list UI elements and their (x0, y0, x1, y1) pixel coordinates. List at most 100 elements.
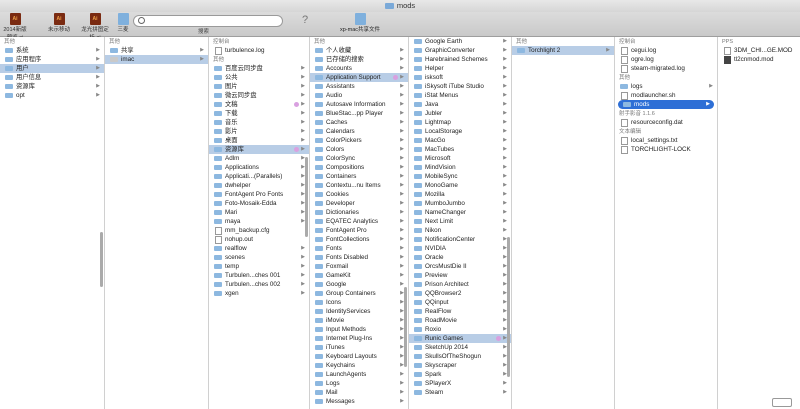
list-item[interactable]: 图片 ▶ (209, 82, 309, 91)
list-item[interactable]: Jubler ▶ (409, 109, 511, 118)
list-item[interactable]: Fonts ▶ (310, 244, 408, 253)
list-item[interactable]: Accounts ▶ (310, 64, 408, 73)
list-item[interactable]: Dictionaries ▶ (310, 208, 408, 217)
list-item[interactable]: Foto-Mosaik-Edda ▶ (209, 199, 309, 208)
toolbar-item-file-2[interactable]: Ai 未示移动 (44, 13, 74, 33)
list-item[interactable]: OrcsMustDie II ▶ (409, 262, 511, 271)
list-item[interactable]: MonoGame ▶ (409, 181, 511, 190)
list-item[interactable]: QQBrowser2 ▶ (409, 289, 511, 298)
list-item[interactable]: 已存储的搜索 ▶ (310, 55, 408, 64)
list-item[interactable]: Caches ▶ (310, 118, 408, 127)
list-item[interactable]: Assistants ▶ (310, 82, 408, 91)
list-item[interactable]: Steam ▶ (409, 388, 511, 397)
list-item[interactable]: resourceconfig.dat (615, 118, 717, 127)
scrollbar[interactable] (100, 232, 103, 287)
column-6[interactable]: 其他 Torchlight 2 ▶ (512, 37, 615, 409)
list-item[interactable]: iStat Menus ▶ (409, 91, 511, 100)
list-item-selected[interactable]: 资源库 ▶ (209, 145, 309, 154)
list-item[interactable]: iMovie ▶ (310, 316, 408, 325)
list-item[interactable]: Spark ▶ (409, 370, 511, 379)
list-item[interactable]: Contextu...nu Items ▶ (310, 181, 408, 190)
list-item-selected[interactable]: 用户 ▶ (0, 64, 104, 73)
list-item[interactable]: tl2cnmod.mod (718, 55, 800, 64)
list-item[interactable]: Autosave Information ▶ (310, 100, 408, 109)
list-item[interactable]: BlueStac...pp Player ▶ (310, 109, 408, 118)
list-item[interactable]: logs ▶ (615, 82, 717, 91)
list-item[interactable]: 下载 ▶ (209, 109, 309, 118)
list-item[interactable]: Icons ▶ (310, 298, 408, 307)
list-item[interactable]: local_settings.txt (615, 136, 717, 145)
list-item[interactable]: TORCHLIGHT-LOCK (615, 145, 717, 154)
list-item[interactable]: MindVision ▶ (409, 163, 511, 172)
list-item[interactable]: QQinput ▶ (409, 298, 511, 307)
list-item[interactable]: Mail ▶ (310, 388, 408, 397)
list-item[interactable]: Next Limit ▶ (409, 217, 511, 226)
list-item[interactable]: Foxmail ▶ (310, 262, 408, 271)
list-item[interactable]: GameKit ▶ (310, 271, 408, 280)
list-item[interactable]: SkullsOfTheShogun ▶ (409, 352, 511, 361)
list-item-selected[interactable]: Application Support ▶ (310, 73, 408, 82)
list-item[interactable]: 微云同步盘 ▶ (209, 91, 309, 100)
toolbar-item-folder[interactable]: 三麦 (115, 13, 131, 33)
list-item[interactable]: NameChanger ▶ (409, 208, 511, 217)
list-item[interactable]: 资源库 ▶ (0, 82, 104, 91)
list-item[interactable]: Google ▶ (310, 280, 408, 289)
list-item[interactable]: turbulence.log (209, 46, 309, 55)
list-item[interactable]: modlauncher.sh (615, 91, 717, 100)
list-item[interactable]: 百度云同步盘 ▶ (209, 64, 309, 73)
list-item[interactable]: Applicati...(Parallels) ▶ (209, 172, 309, 181)
list-item[interactable]: ColorSync ▶ (310, 154, 408, 163)
list-item[interactable]: NotificationCenter ▶ (409, 235, 511, 244)
list-item[interactable]: 共享 ▶ (105, 46, 208, 55)
list-item[interactable]: Prison Architect ▶ (409, 280, 511, 289)
list-item[interactable]: 3DM_CHI...GE.MOD (718, 46, 800, 55)
list-item[interactable]: GraphicConverter ▶ (409, 46, 511, 55)
list-item[interactable]: Logs ▶ (310, 379, 408, 388)
list-item[interactable]: Skyscraper ▶ (409, 361, 511, 370)
list-item[interactable]: SketchUp 2014 ▶ (409, 343, 511, 352)
list-item[interactable]: Oracle ▶ (409, 253, 511, 262)
list-item[interactable]: Lightmap ▶ (409, 118, 511, 127)
list-item[interactable]: Audio ▶ (310, 91, 408, 100)
list-item[interactable]: SPlayerX ▶ (409, 379, 511, 388)
list-item[interactable]: Messages ▶ (310, 397, 408, 406)
list-item[interactable]: Compositions ▶ (310, 163, 408, 172)
list-item-selected[interactable]: imac ▶ (105, 55, 208, 64)
list-item[interactable]: 系统 ▶ (0, 46, 104, 55)
list-item[interactable]: Roxio ▶ (409, 325, 511, 334)
list-item[interactable]: Developer ▶ (310, 199, 408, 208)
list-item[interactable]: Adlm ▶ (209, 154, 309, 163)
list-item-selected[interactable]: Runic Games ▶ (409, 334, 511, 343)
list-item[interactable]: 应用程序 ▶ (0, 55, 104, 64)
list-item-selected[interactable]: Torchlight 2 ▶ (512, 46, 614, 55)
list-item[interactable]: MumboJumbo ▶ (409, 199, 511, 208)
list-item[interactable]: 用户信息 ▶ (0, 73, 104, 82)
list-item[interactable]: Google Earth ▶ (409, 37, 511, 46)
list-item[interactable]: Internet Plug-Ins ▶ (310, 334, 408, 343)
list-item[interactable]: opt ▶ (0, 91, 104, 100)
list-item[interactable]: ogre.log (615, 55, 717, 64)
list-item[interactable]: 桌面 ▶ (209, 136, 309, 145)
list-item[interactable]: FontAgent Pro ▶ (310, 226, 408, 235)
list-item[interactable]: realflow ▶ (209, 244, 309, 253)
list-item[interactable]: Turbulen...ches 001 ▶ (209, 271, 309, 280)
list-item[interactable]: Calendars ▶ (310, 127, 408, 136)
list-item[interactable]: steam-migrated.log (615, 64, 717, 73)
list-item[interactable]: Mari ▶ (209, 208, 309, 217)
list-item[interactable]: Keyboard Layouts ▶ (310, 352, 408, 361)
list-item[interactable]: Applications ▶ (209, 163, 309, 172)
list-item[interactable]: isksoft ▶ (409, 73, 511, 82)
list-item[interactable]: FontAgent Pro Fonts ▶ (209, 190, 309, 199)
list-item[interactable]: mm_backup.cfg (209, 226, 309, 235)
list-item[interactable]: EQATEC Analytics ▶ (310, 217, 408, 226)
column-5[interactable]: Google Earth ▶ GraphicConverter ▶ Harebraine… (409, 37, 512, 409)
list-item[interactable]: 影片 ▶ (209, 127, 309, 136)
list-item[interactable]: RealFlow ▶ (409, 307, 511, 316)
search-input[interactable] (133, 15, 283, 27)
list-item[interactable]: Microsoft ▶ (409, 154, 511, 163)
list-item[interactable]: Keychains ▶ (310, 361, 408, 370)
list-item[interactable]: maya ▶ (209, 217, 309, 226)
list-item[interactable]: nohup.out (209, 235, 309, 244)
column-4[interactable]: 其他 个人收藏 ▶ 已存储的搜索 ▶ Accounts ▶ Application Supp… (310, 37, 409, 409)
list-item[interactable]: Cookies ▶ (310, 190, 408, 199)
